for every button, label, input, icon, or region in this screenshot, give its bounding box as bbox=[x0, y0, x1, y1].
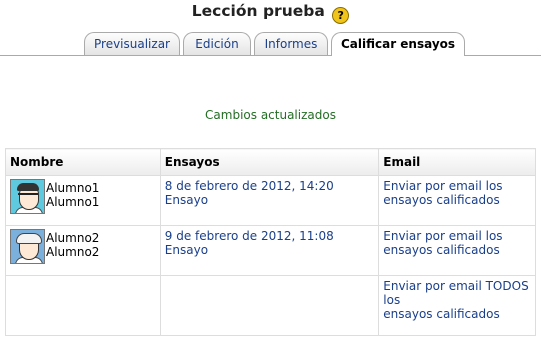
tab-informes[interactable]: Informes bbox=[254, 32, 328, 55]
email-all-line-1: Enviar por email TODOS bbox=[383, 279, 529, 293]
status-message: Cambios actualizados bbox=[205, 108, 336, 122]
glasses-icon bbox=[18, 193, 38, 201]
email-all-cell: Enviar por email TODOS los ensayos calific… bbox=[378, 275, 536, 336]
table-row: Alumno2 Alumno2 9 de febrero de 2012, 11… bbox=[5, 225, 536, 276]
page-title-text: Lección prueba bbox=[191, 2, 325, 20]
table-row: Alumno1 Alumno1 8 de febrero de 2012, 14… bbox=[5, 175, 536, 226]
email-graded-link[interactable]: Enviar por email los ensayos calificados bbox=[383, 229, 502, 257]
student-name-link[interactable]: Alumno1 Alumno1 bbox=[46, 179, 156, 209]
table-row: Enviar por email TODOS los ensayos calific… bbox=[5, 275, 536, 336]
avatar[interactable] bbox=[10, 229, 45, 264]
column-header-ensayos: Ensayos bbox=[159, 148, 380, 176]
page-title: Lección prueba ? bbox=[0, 1, 541, 24]
table-header-row: Nombre Ensayos Email bbox=[5, 148, 536, 176]
email-graded-link[interactable]: Enviar por email los ensayos calificados bbox=[383, 179, 502, 207]
column-header-nombre: Nombre bbox=[5, 148, 161, 176]
avatar-hair bbox=[16, 233, 42, 244]
student-cell: Alumno2 Alumno2 bbox=[5, 225, 161, 276]
avatar-hair bbox=[17, 183, 39, 191]
empty-cell bbox=[5, 275, 161, 336]
help-icon[interactable]: ? bbox=[332, 7, 350, 24]
email-cell: Enviar por email los ensayos calificados bbox=[378, 175, 536, 226]
column-header-email: Email bbox=[378, 148, 536, 176]
student-cell: Alumno1 Alumno1 bbox=[5, 175, 161, 226]
email-all-line-2: los bbox=[383, 293, 401, 307]
essay-cell: 8 de febrero de 2012, 14:20 Ensayo bbox=[159, 175, 380, 226]
tab-edicion[interactable]: Edición bbox=[183, 32, 251, 55]
email-cell: Enviar por email los ensayos calificados bbox=[378, 225, 536, 276]
essay-link[interactable]: 8 de febrero de 2012, 14:20 Ensayo bbox=[165, 179, 334, 207]
essay-cell: 9 de febrero de 2012, 11:08 Ensayo bbox=[159, 225, 380, 276]
email-all-graded-link[interactable]: Enviar por email TODOS los ensayos calific… bbox=[383, 279, 528, 321]
tab-previsualizar[interactable]: Previsualizar bbox=[84, 32, 180, 55]
empty-cell bbox=[159, 275, 380, 336]
avatar[interactable] bbox=[10, 179, 45, 214]
tab-calificar-ensayos[interactable]: Calificar ensayos bbox=[331, 32, 465, 56]
essay-link[interactable]: 9 de febrero de 2012, 11:08 Ensayo bbox=[165, 229, 334, 257]
essays-table: Nombre Ensayos Email Alumno1 Alumno1 8 d… bbox=[5, 148, 536, 336]
email-all-line-3: ensayos calificados bbox=[383, 307, 500, 321]
student-name-link[interactable]: Alumno2 Alumno2 bbox=[46, 229, 156, 259]
